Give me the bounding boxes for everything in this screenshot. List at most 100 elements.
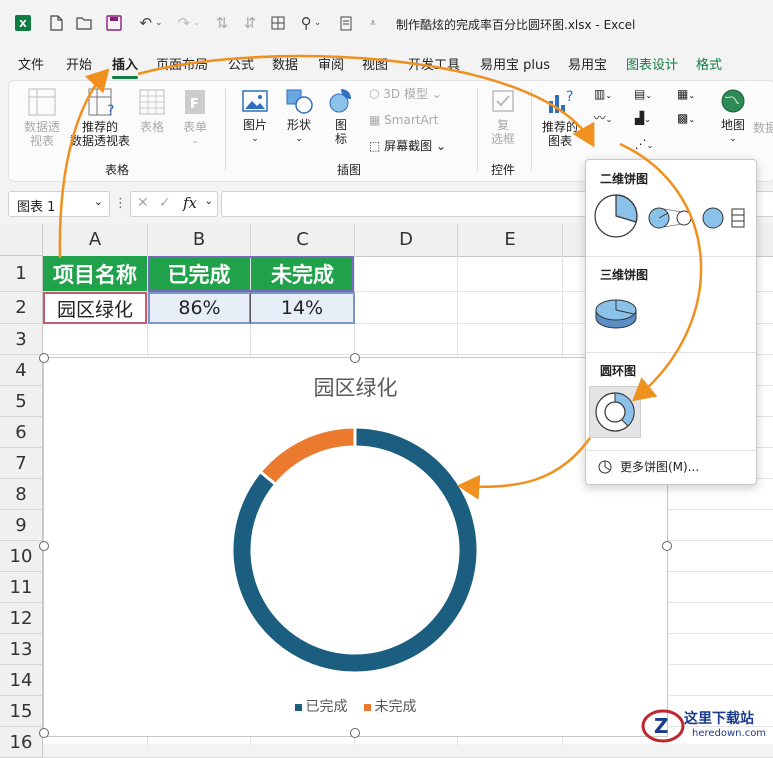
column-header-e[interactable]: E <box>458 224 563 257</box>
tab-review[interactable]: 审阅 <box>318 54 344 73</box>
tab-page-layout[interactable]: 页面布局 <box>156 54 208 73</box>
pie-3d-icon <box>595 299 637 329</box>
column-header-a[interactable]: A <box>43 224 148 257</box>
form-button[interactable]: F 表单 ⌄ <box>177 87 213 148</box>
column-chart-button[interactable]: ▥⌄ <box>589 87 617 103</box>
pie-2d-option[interactable] <box>592 192 640 240</box>
row-header-9[interactable]: 9 <box>0 510 43 541</box>
insert-function-icon[interactable]: fx <box>183 194 197 212</box>
site-logo-icon: Z <box>641 709 685 743</box>
open-folder-icon[interactable] <box>74 12 94 34</box>
pie-3d-option[interactable] <box>592 290 640 336</box>
waterfall-chart-button[interactable]: ▟⌄ <box>629 111 657 127</box>
redo-icon[interactable]: ↷ ⌄ <box>172 12 206 34</box>
table-button[interactable]: 表格 <box>135 87 169 134</box>
pie-of-pie-icon <box>648 207 692 229</box>
cell-c2[interactable]: 14% <box>250 292 355 324</box>
select-all-corner[interactable] <box>0 224 43 256</box>
tab-format[interactable]: 格式 <box>696 54 722 73</box>
tab-developer[interactable]: 开发工具 <box>408 54 460 73</box>
row-header-13[interactable]: 13 <box>0 634 43 665</box>
cell-a1[interactable]: 项目名称 <box>43 256 147 291</box>
pivot-table-button[interactable]: 数据透 视表 <box>19 87 65 148</box>
recommended-charts-button[interactable]: ? 推荐的 图表 <box>539 87 581 148</box>
bar-of-pie-option[interactable] <box>702 204 748 232</box>
find-icon[interactable]: ⚲ ⌄ <box>296 12 326 34</box>
hierarchy-chart-button[interactable]: ▤⌄ <box>629 87 657 103</box>
tab-chart-design[interactable]: 图表设计 <box>626 54 678 73</box>
row-header-8[interactable]: 8 <box>0 479 43 510</box>
doughnut-chart[interactable]: 园区绿化 已完成 未完成 <box>43 357 668 737</box>
row-header-7[interactable]: 7 <box>0 448 43 479</box>
row-header-1[interactable]: 1 <box>0 256 43 292</box>
resize-handle[interactable] <box>350 728 360 738</box>
name-box[interactable]: 图表 1 ⌄ <box>8 191 110 217</box>
cube-icon: ⬡ <box>369 87 384 101</box>
tab-insert[interactable]: 插入 <box>112 54 139 79</box>
row-header-5[interactable]: 5 <box>0 386 43 417</box>
doughnut-slice-remaining[interactable] <box>258 425 357 487</box>
row-header-16[interactable]: 16 <box>0 727 43 758</box>
recommended-pivot-button[interactable]: ? 推荐的 数据透视表 <box>67 87 133 148</box>
cell-b2[interactable]: 86% <box>148 292 250 324</box>
column-header-d[interactable]: D <box>355 224 458 257</box>
tab-data[interactable]: 数据 <box>272 54 298 73</box>
borders-icon[interactable] <box>268 12 288 34</box>
row-header-11[interactable]: 11 <box>0 572 43 603</box>
chart-legend[interactable]: 已完成 未完成 <box>44 696 667 716</box>
resize-handle[interactable] <box>39 353 49 363</box>
column-header-b[interactable]: B <box>148 224 251 257</box>
screenshot-button[interactable]: ⬚ 屏幕截图 ⌄ <box>369 139 459 153</box>
scatter-chart-button[interactable]: ⋰⌄ <box>629 137 659 153</box>
combo-chart-button[interactable]: ▩⌄ <box>671 111 701 127</box>
pie-of-pie-option[interactable] <box>648 204 694 232</box>
resize-handle[interactable] <box>350 353 360 363</box>
sort-descending-icon[interactable]: ⇵ <box>240 12 260 34</box>
line-chart-button[interactable]: 〰⌄ <box>589 111 617 127</box>
row-header-14[interactable]: 14 <box>0 665 43 696</box>
site-watermark: Z 这里下载站 heredown.com <box>640 706 773 744</box>
map-label: 地图 <box>720 118 745 132</box>
column-header-c[interactable]: C <box>251 224 355 257</box>
resize-handle[interactable] <box>39 728 49 738</box>
save-icon[interactable] <box>104 12 124 34</box>
row-header-6[interactable]: 6 <box>0 417 43 448</box>
row-header-3[interactable]: 3 <box>0 324 43 355</box>
statistic-chart-button[interactable]: ▦⌄ <box>671 87 701 103</box>
more-pie-charts-item[interactable]: 更多饼图(M)... <box>598 458 699 475</box>
tab-view[interactable]: 视图 <box>362 54 388 73</box>
confirm-icon[interactable]: ✓ <box>159 195 171 211</box>
cell-a2[interactable]: 园区绿化 <box>43 292 147 324</box>
form-icon[interactable] <box>336 12 356 34</box>
tab-easyuse-plus[interactable]: 易用宝 plus <box>480 54 550 73</box>
row-header-15[interactable]: 15 <box>0 696 43 727</box>
tab-file[interactable]: 文件 <box>18 54 44 73</box>
row-header-4[interactable]: 4 <box>0 355 43 386</box>
row-header-10[interactable]: 10 <box>0 541 43 572</box>
3d-model-button[interactable]: ⬡ 3D 模型 ⌄ <box>369 87 459 101</box>
resize-handle[interactable] <box>662 541 672 551</box>
form-label: 表单 <box>182 120 207 134</box>
customize-quick-access-icon[interactable]: ⩡ <box>366 12 380 34</box>
map-chart-button[interactable]: 地图 ⌄ <box>715 87 751 146</box>
icons-button[interactable]: 图 标 <box>325 87 357 146</box>
tab-easyuse[interactable]: 易用宝 <box>568 54 607 73</box>
doughnut-option[interactable] <box>589 386 641 438</box>
new-file-icon[interactable] <box>46 12 66 34</box>
more-options-icon[interactable]: ⋮ <box>114 196 127 211</box>
window-title: 制作酷炫的完成率百分比圆环图.xlsx - Excel <box>396 18 636 32</box>
sort-ascending-icon[interactable]: ⇅ <box>212 12 232 34</box>
row-header-12[interactable]: 12 <box>0 603 43 634</box>
checkbox-button[interactable]: 复 选框 <box>485 87 521 146</box>
resize-handle[interactable] <box>39 541 49 551</box>
picture-button[interactable]: 图片 ⌄ <box>237 87 273 146</box>
pivotchart-button[interactable]: 数据 <box>753 121 773 135</box>
shapes-button[interactable]: 形状 ⌄ <box>281 87 317 146</box>
legend-label: 未完成 <box>374 699 417 715</box>
tab-home[interactable]: 开始 <box>66 54 92 73</box>
row-header-2[interactable]: 2 <box>0 292 43 324</box>
smartart-button[interactable]: ▦ SmartArt <box>369 113 459 127</box>
tab-formulas[interactable]: 公式 <box>228 54 254 73</box>
undo-icon[interactable]: ↶ ⌄ <box>134 12 168 34</box>
cancel-icon[interactable]: ✕ <box>137 195 149 211</box>
